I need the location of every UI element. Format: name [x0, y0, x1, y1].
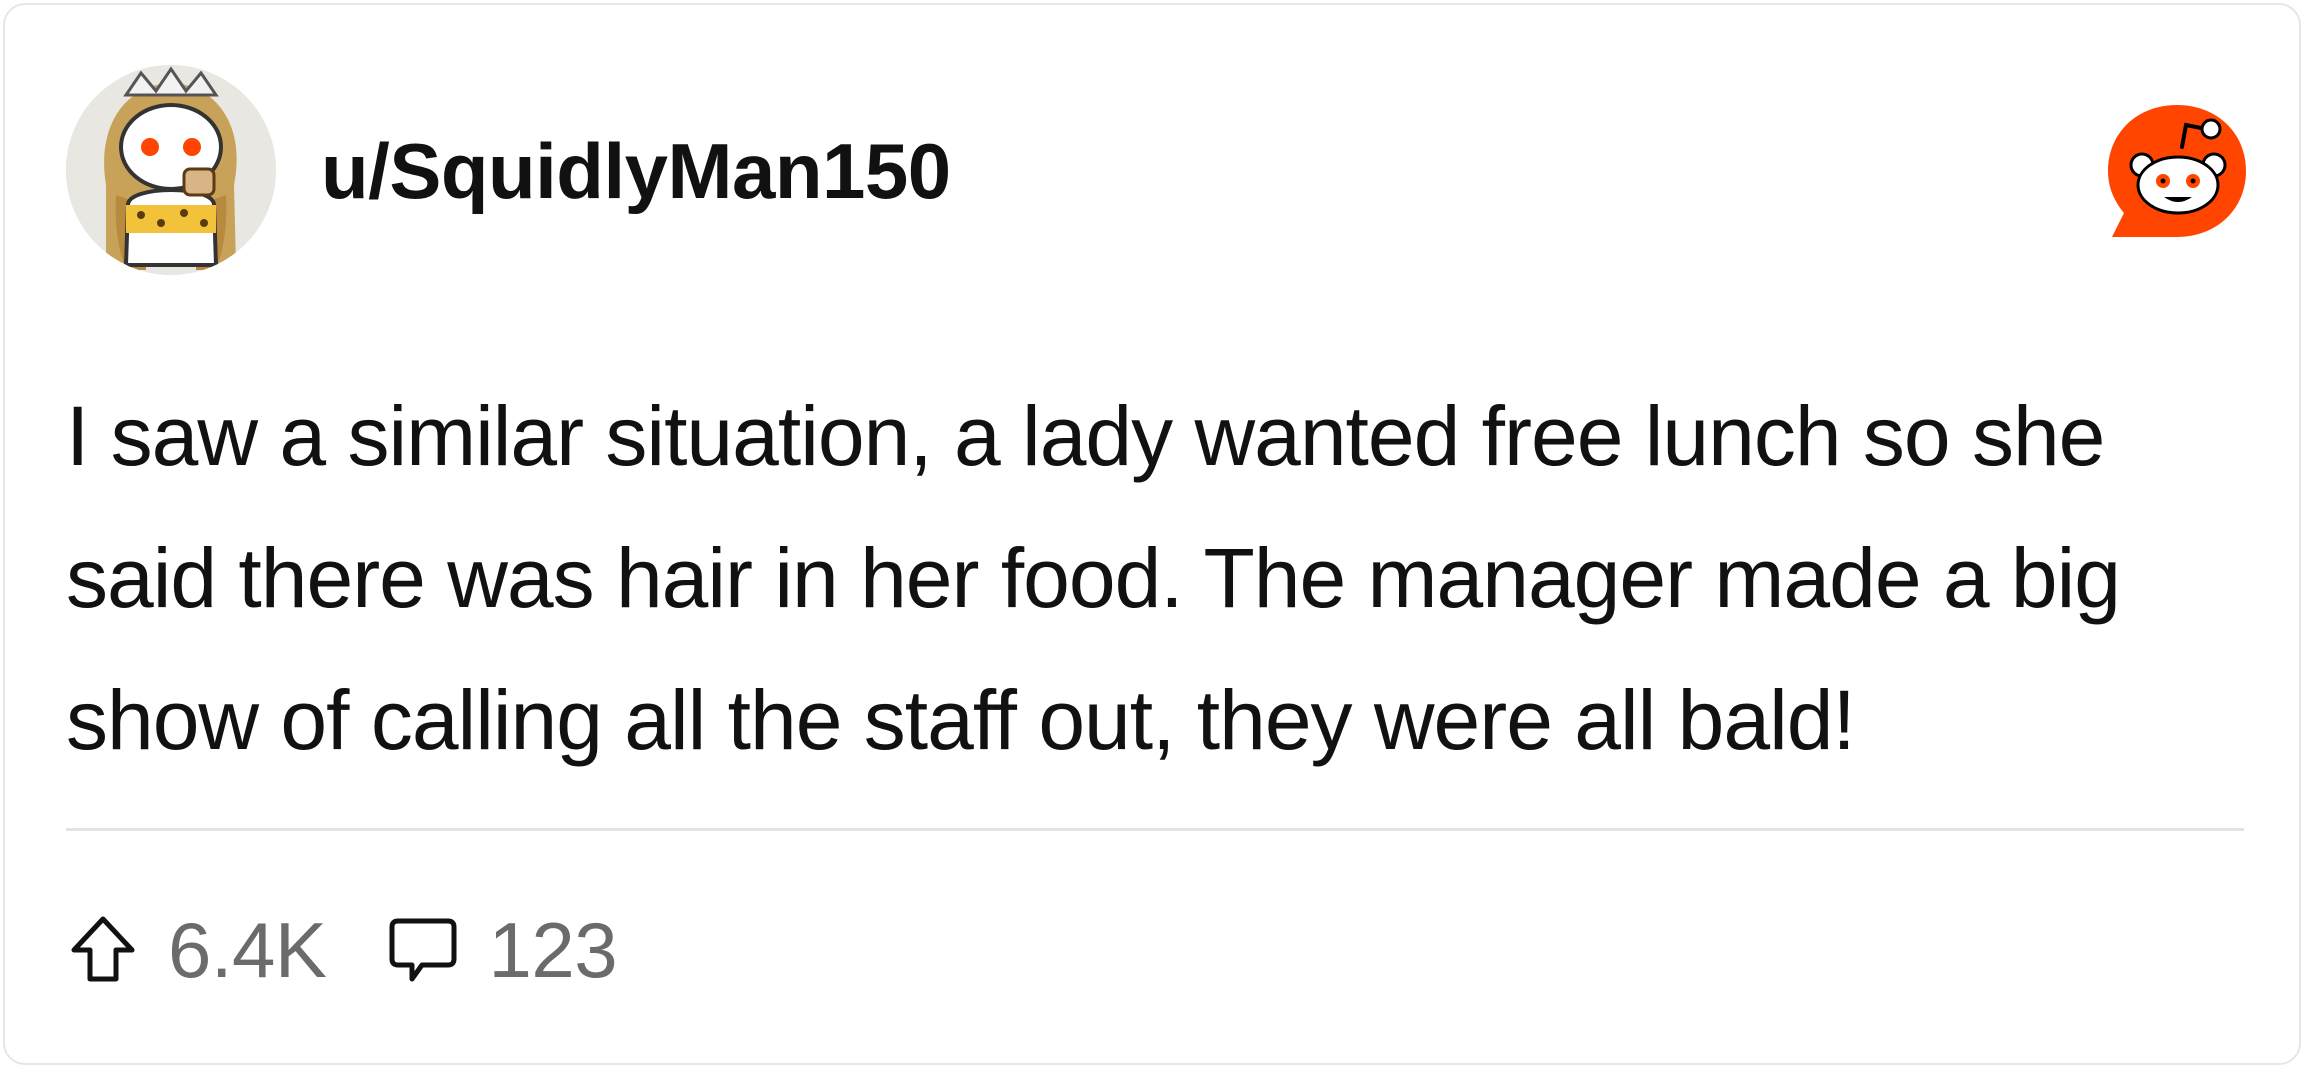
reddit-logo-icon[interactable]: [2102, 99, 2252, 249]
user-avatar-icon[interactable]: [66, 65, 276, 275]
comment-bubble-icon[interactable]: [386, 913, 460, 987]
comment-button[interactable]: 123: [386, 905, 618, 995]
upvote-count: 6.4K: [168, 906, 327, 994]
username[interactable]: u/SquidlyMan150: [321, 123, 951, 219]
divider: [66, 828, 2244, 831]
upvote-arrow-icon[interactable]: [66, 913, 140, 987]
post-body: I saw a similar situation, a lady wanted…: [66, 389, 2121, 767]
upvote-button[interactable]: 6.4K: [66, 905, 327, 995]
post-footer: 6.4K 123: [66, 905, 677, 995]
post-card: u/SquidlyMan150 I saw a similar situatio…: [3, 3, 2301, 1065]
comment-count: 123: [488, 906, 618, 994]
